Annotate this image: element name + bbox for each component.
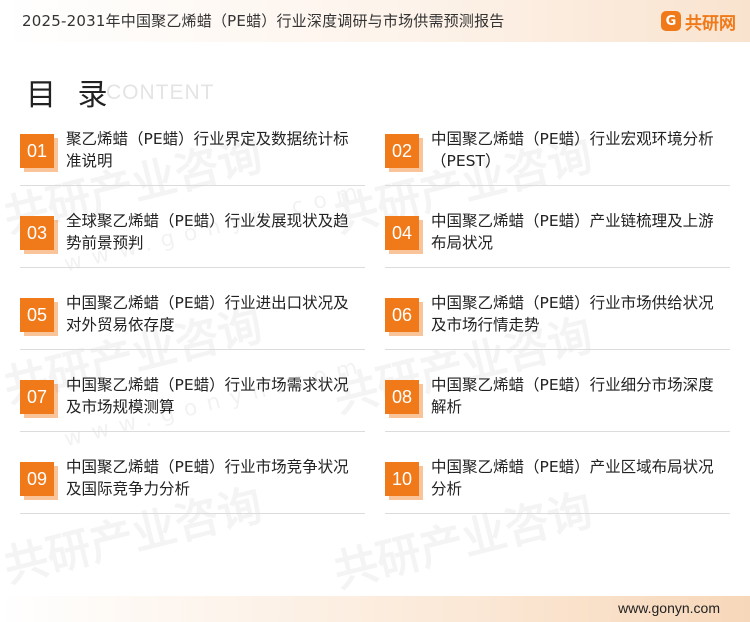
item-number: 06 <box>385 298 423 336</box>
toc-item-04[interactable]: 04 中国聚乙烯蜡（PE蜡）产业链梳理及上游布局状况 <box>385 210 730 274</box>
toc-item-05[interactable]: 05 中国聚乙烯蜡（PE蜡）行业进出口状况及对外贸易依存度 <box>20 292 365 356</box>
item-divider <box>20 185 365 186</box>
item-title: 中国聚乙烯蜡（PE蜡）产业区域布局状况分析 <box>431 458 714 498</box>
item-title: 全球聚乙烯蜡（PE蜡）行业发展现状及趋势前景预判 <box>66 212 349 252</box>
item-number: 08 <box>385 380 423 418</box>
toc-heading: 目 录 <box>26 78 114 113</box>
toc-item-06[interactable]: 06 中国聚乙烯蜡（PE蜡）行业市场供给状况及市场行情走势 <box>385 292 730 356</box>
item-number: 03 <box>20 216 58 254</box>
item-divider <box>20 431 365 432</box>
toc-item-02[interactable]: 02 中国聚乙烯蜡（PE蜡）行业宏观环境分析（PEST） <box>385 128 730 192</box>
item-divider <box>385 513 730 514</box>
toc-item-10[interactable]: 10 中国聚乙烯蜡（PE蜡）产业区域布局状况分析 <box>385 456 730 520</box>
toc-item-08[interactable]: 08 中国聚乙烯蜡（PE蜡）行业细分市场深度解析 <box>385 374 730 438</box>
item-title: 中国聚乙烯蜡（PE蜡）行业市场竞争状况及国际竞争力分析 <box>66 458 349 498</box>
brand-logo-icon: G <box>661 11 681 31</box>
report-title: 2025-2031年中国聚乙烯蜡（PE蜡）行业深度调研与市场供需预测报告 <box>22 12 505 30</box>
item-divider <box>20 349 365 350</box>
item-number: 04 <box>385 216 423 254</box>
item-number: 05 <box>20 298 58 336</box>
item-divider <box>385 349 730 350</box>
item-title: 中国聚乙烯蜡（PE蜡）行业进出口状况及对外贸易依存度 <box>66 294 349 334</box>
toc-item-01[interactable]: 01 聚乙烯蜡（PE蜡）行业界定及数据统计标准说明 <box>20 128 365 192</box>
item-number: 09 <box>20 462 58 500</box>
item-title: 中国聚乙烯蜡（PE蜡）产业链梳理及上游布局状况 <box>431 212 714 252</box>
toc-item-07[interactable]: 07 中国聚乙烯蜡（PE蜡）行业市场需求状况及市场规模测算 <box>20 374 365 438</box>
item-title: 中国聚乙烯蜡（PE蜡）行业市场供给状况及市场行情走势 <box>431 294 714 334</box>
item-number: 10 <box>385 462 423 500</box>
item-divider <box>20 513 365 514</box>
toc-subheading: CONTENT <box>106 81 215 104</box>
brand-logo: G 共研网 <box>661 8 736 34</box>
toc-item-09[interactable]: 09 中国聚乙烯蜡（PE蜡）行业市场竞争状况及国际竞争力分析 <box>20 456 365 520</box>
item-divider <box>385 267 730 268</box>
item-divider <box>385 431 730 432</box>
item-title: 聚乙烯蜡（PE蜡）行业界定及数据统计标准说明 <box>66 130 349 170</box>
item-title: 中国聚乙烯蜡（PE蜡）行业宏观环境分析（PEST） <box>431 130 714 170</box>
item-title: 中国聚乙烯蜡（PE蜡）行业细分市场深度解析 <box>431 376 714 416</box>
item-number: 02 <box>385 134 423 172</box>
item-title: 中国聚乙烯蜡（PE蜡）行业市场需求状况及市场规模测算 <box>66 376 349 416</box>
item-divider <box>385 185 730 186</box>
header-bar: 2025-2031年中国聚乙烯蜡（PE蜡）行业深度调研与市场供需预测报告 G 共… <box>0 0 750 42</box>
item-divider <box>20 267 365 268</box>
footer-url[interactable]: www.gonyn.com <box>618 600 720 616</box>
item-number: 07 <box>20 380 58 418</box>
toc-item-03[interactable]: 03 全球聚乙烯蜡（PE蜡）行业发展现状及趋势前景预判 <box>20 210 365 274</box>
item-number: 01 <box>20 134 58 172</box>
footer-bar: www.gonyn.com <box>0 596 750 622</box>
brand-name: 共研网 <box>685 13 736 34</box>
